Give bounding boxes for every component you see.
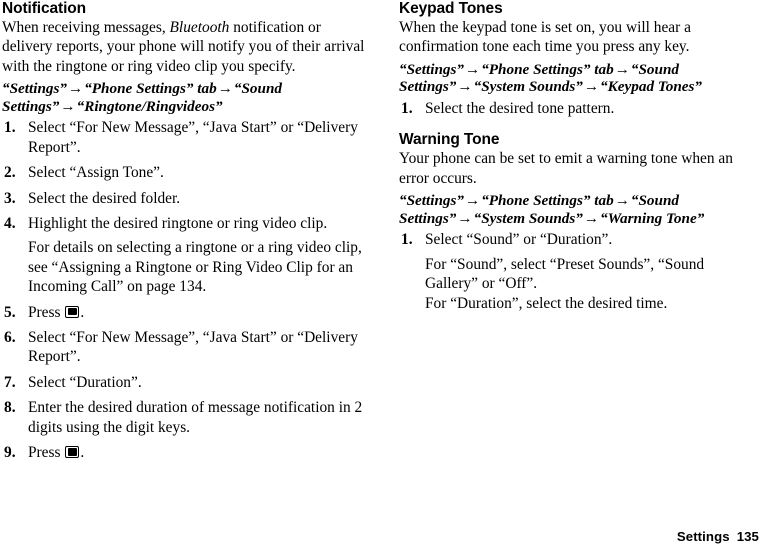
footer-chapter-name: Settings [676, 529, 730, 544]
list-item: 7. Select “Duration”. [2, 373, 368, 392]
nav-path-part-ringtone-ringvideos: “Ringtone/Ringvideos” [76, 97, 223, 115]
step-text: Enter the desired duration of message no… [28, 399, 363, 436]
step-text-before-icon: Press [28, 444, 65, 462]
nav-path-part-warning-tone: “Warning Tone” [600, 209, 705, 227]
step-note: For details on selecting a ringtone or a… [28, 239, 362, 296]
list-item: 1. Select the desired tone pattern. [399, 99, 760, 118]
nav-path-ringtone: “Settings”→“Phone Settings” tab→“Sound S… [2, 80, 368, 115]
step-number: 6. [4, 329, 16, 347]
intro-text-part1: When receiving messages, [2, 19, 170, 36]
arrow-right-icon: → [217, 80, 233, 98]
step-number: 1. [4, 119, 16, 137]
list-item: 4. Highlight the desired ringtone or rin… [2, 214, 368, 297]
arrow-right-icon: → [583, 78, 600, 96]
keypad-tones-step-list: 1. Select the desired tone pattern. [399, 99, 760, 118]
list-item: 1. Select “For New Message”, “Java Start… [2, 118, 368, 157]
center-key-icon [65, 305, 80, 318]
arrow-right-icon: → [457, 78, 473, 96]
section-notification: Notification When receiving messages, Bl… [2, 0, 368, 463]
arrow-right-icon: → [457, 209, 473, 227]
step-text-before-icon: Press [28, 303, 65, 321]
arrow-right-icon: → [68, 80, 84, 98]
arrow-right-icon: → [614, 60, 630, 78]
step-text: Select the desired folder. [28, 189, 181, 207]
nav-path-part-phone-settings: “Phone Settings” tab [481, 60, 614, 78]
step-text: Select “Sound” or “Duration”. [425, 231, 613, 249]
arrow-right-icon: → [583, 209, 600, 227]
nav-path-part-system-sounds: “System Sounds” [473, 78, 583, 96]
notification-step-list: 1. Select “For New Message”, “Java Start… [2, 118, 368, 462]
list-item: 3. Select the desired folder. [2, 189, 368, 208]
center-key-icon [65, 446, 80, 459]
section-heading-warning-tone: Warning Tone [399, 131, 500, 149]
section-warning-tone: Warning Tone Your phone can be set to em… [399, 131, 760, 313]
step-number: 2. [4, 164, 16, 182]
list-item: 6. Select “For New Message”, “Java Start… [2, 328, 368, 367]
step-text: Press . [28, 303, 368, 322]
bluetooth-italic-term: Bluetooth [169, 19, 230, 36]
step-note-secondary: For “Duration”, select the desired time. [425, 294, 668, 312]
step-text: Select “For New Message”, “Java Start” o… [28, 329, 358, 366]
step-text: Select “Assign Tone”. [28, 164, 164, 182]
step-number: 1. [401, 100, 413, 117]
notification-intro-paragraph: When receiving messages, Bluetooth notif… [2, 18, 368, 76]
nav-path-part-settings: “Settings” [399, 192, 464, 210]
section-keypad-tones: Keypad Tones When the keypad tone is set… [399, 0, 760, 118]
warning-tone-step-list: 1. Select “Sound” or “Duration”. For “So… [399, 230, 760, 313]
nav-path-part-settings: “Settings” [399, 60, 464, 78]
section-heading-notification: Notification [2, 0, 87, 17]
step-number: 5. [4, 303, 16, 321]
list-item: 1. Select “Sound” or “Duration”. For “So… [399, 230, 760, 313]
step-number: 8. [4, 399, 16, 417]
step-text: Press . [28, 443, 368, 462]
nav-path-part-settings: “Settings” [2, 80, 67, 98]
step-number: 1. [401, 231, 413, 249]
nav-path-part-phone-settings: “Phone Settings” tab [481, 192, 614, 210]
step-text-after-icon: . [80, 444, 85, 462]
right-column: Keypad Tones When the keypad tone is set… [384, 0, 768, 313]
list-item: 5. Press . [2, 303, 368, 322]
nav-path-warning-tone: “Settings”→“Phone Settings” tab→“Sound S… [399, 192, 760, 227]
step-text: Select “For New Message”, “Java Start” o… [28, 119, 358, 156]
nav-path-part-keypad-tones: “Keypad Tones” [600, 78, 703, 96]
step-number: 7. [4, 373, 16, 391]
section-heading-keypad-tones: Keypad Tones [399, 0, 503, 17]
list-item: 9. Press . [2, 443, 368, 462]
keypad-tones-intro-paragraph: When the keypad tone is set on, you will… [399, 19, 691, 56]
step-text: Select “Duration”. [28, 373, 142, 391]
left-column: Notification When receiving messages, Bl… [0, 0, 384, 463]
step-text: Highlight the desired ringtone or ring v… [28, 215, 328, 233]
warning-tone-intro-paragraph: Your phone can be set to emit a warning … [399, 150, 733, 187]
step-number: 4. [4, 215, 16, 233]
nav-path-keypad-tones: “Settings”→“Phone Settings” tab→“Sound S… [399, 61, 760, 96]
step-number: 9. [4, 444, 16, 462]
arrow-right-icon: → [614, 192, 630, 210]
step-note: For “Sound”, select “Preset Sounds”, “So… [425, 255, 705, 293]
footer-page-number: 135 [736, 529, 759, 544]
arrow-right-icon: → [465, 192, 481, 210]
page-columns: Notification When receiving messages, Bl… [0, 0, 768, 463]
list-item: 2. Select “Assign Tone”. [2, 163, 368, 182]
step-number: 3. [4, 189, 16, 207]
step-text-after-icon: . [80, 303, 85, 321]
nav-path-part-phone-settings: “Phone Settings” tab [84, 80, 217, 98]
nav-path-part-system-sounds: “System Sounds” [473, 209, 583, 227]
page-footer: Settings 135 [677, 529, 759, 544]
step-text: Select the desired tone pattern. [425, 100, 615, 117]
list-item: 8. Enter the desired duration of message… [2, 398, 368, 437]
manual-page: Notification When receiving messages, Bl… [0, 0, 768, 551]
arrow-right-icon: → [465, 60, 481, 78]
arrow-right-icon: → [60, 97, 76, 115]
